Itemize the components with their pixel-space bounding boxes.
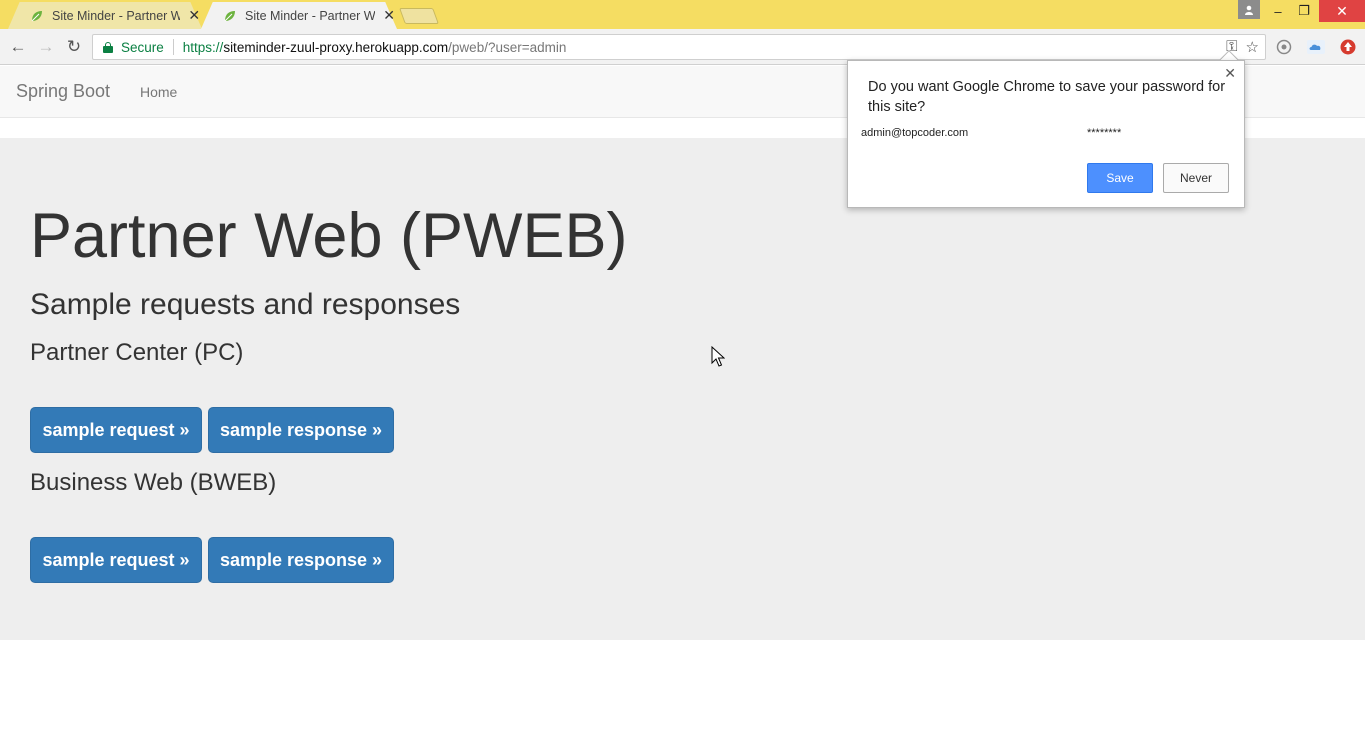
- profile-icon[interactable]: [1238, 0, 1260, 19]
- navbar-brand[interactable]: Spring Boot: [16, 81, 110, 102]
- pc-sample-response-button[interactable]: sample response »: [208, 407, 394, 453]
- page-title: Partner Web (PWEB): [30, 201, 628, 271]
- lock-icon: [103, 41, 113, 53]
- section-heading-pc: Partner Center (PC): [30, 339, 244, 366]
- upload-extension-icon[interactable]: [1339, 38, 1357, 56]
- mouse-cursor-icon: [711, 345, 726, 373]
- title-bar: Site Minder - Partner We ✕ Site Minder -…: [0, 0, 1365, 29]
- never-button[interactable]: Never: [1163, 163, 1229, 193]
- tab-active[interactable]: Site Minder - Partner We ✕: [201, 2, 397, 29]
- tab-title: Site Minder - Partner We: [245, 8, 376, 23]
- bweb-sample-response-button[interactable]: sample response »: [208, 537, 394, 583]
- tab-close-icon[interactable]: ✕: [381, 7, 397, 24]
- save-password-dialog: Do you want Google Chrome to save your p…: [847, 60, 1245, 208]
- back-icon[interactable]: ←: [7, 36, 29, 58]
- secure-label: Secure: [121, 39, 164, 55]
- saved-username[interactable]: admin@topcoder.com: [861, 127, 968, 139]
- url-scheme: https://: [182, 39, 224, 55]
- jumbotron: Partner Web (PWEB) Sample requests and r…: [0, 138, 1365, 640]
- bweb-sample-request-button[interactable]: sample request »: [30, 537, 202, 583]
- saved-password-mask: ********: [1087, 127, 1122, 139]
- reload-icon[interactable]: ↻: [63, 36, 85, 58]
- minimize-button[interactable]: –: [1264, 0, 1292, 22]
- forward-icon[interactable]: →: [35, 36, 57, 58]
- cloud-extension-icon[interactable]: [1307, 38, 1325, 56]
- address-bar[interactable]: Secure https:// siteminder-zuul-proxy.he…: [92, 34, 1266, 60]
- save-button[interactable]: Save: [1087, 163, 1153, 193]
- pc-sample-request-button[interactable]: sample request »: [30, 407, 202, 453]
- spring-leaf-icon: [223, 9, 237, 23]
- tab-close-icon[interactable]: ✕: [186, 7, 202, 24]
- tab-inactive[interactable]: Site Minder - Partner We ✕: [8, 2, 202, 29]
- url-host: siteminder-zuul-proxy.herokuapp.com: [223, 39, 449, 55]
- save-password-question: Do you want Google Chrome to save your p…: [868, 79, 1226, 115]
- star-icon[interactable]: ☆: [1246, 38, 1259, 56]
- page-subtitle: Sample requests and responses: [30, 288, 461, 321]
- nav-home-link[interactable]: Home: [140, 84, 177, 100]
- spring-leaf-icon: [30, 9, 44, 23]
- url-path: /pweb/?user=admin: [448, 39, 567, 55]
- restore-button[interactable]: ❐: [1290, 0, 1318, 22]
- new-tab-button[interactable]: [399, 8, 439, 24]
- divider: [172, 39, 174, 55]
- section-heading-bweb: Business Web (BWEB): [30, 469, 277, 496]
- settings-extension-icon[interactable]: [1275, 38, 1293, 56]
- window-close-button[interactable]: ✕: [1319, 0, 1365, 22]
- tab-title: Site Minder - Partner We: [52, 8, 181, 23]
- dialog-close-icon[interactable]: ✕: [1224, 65, 1236, 82]
